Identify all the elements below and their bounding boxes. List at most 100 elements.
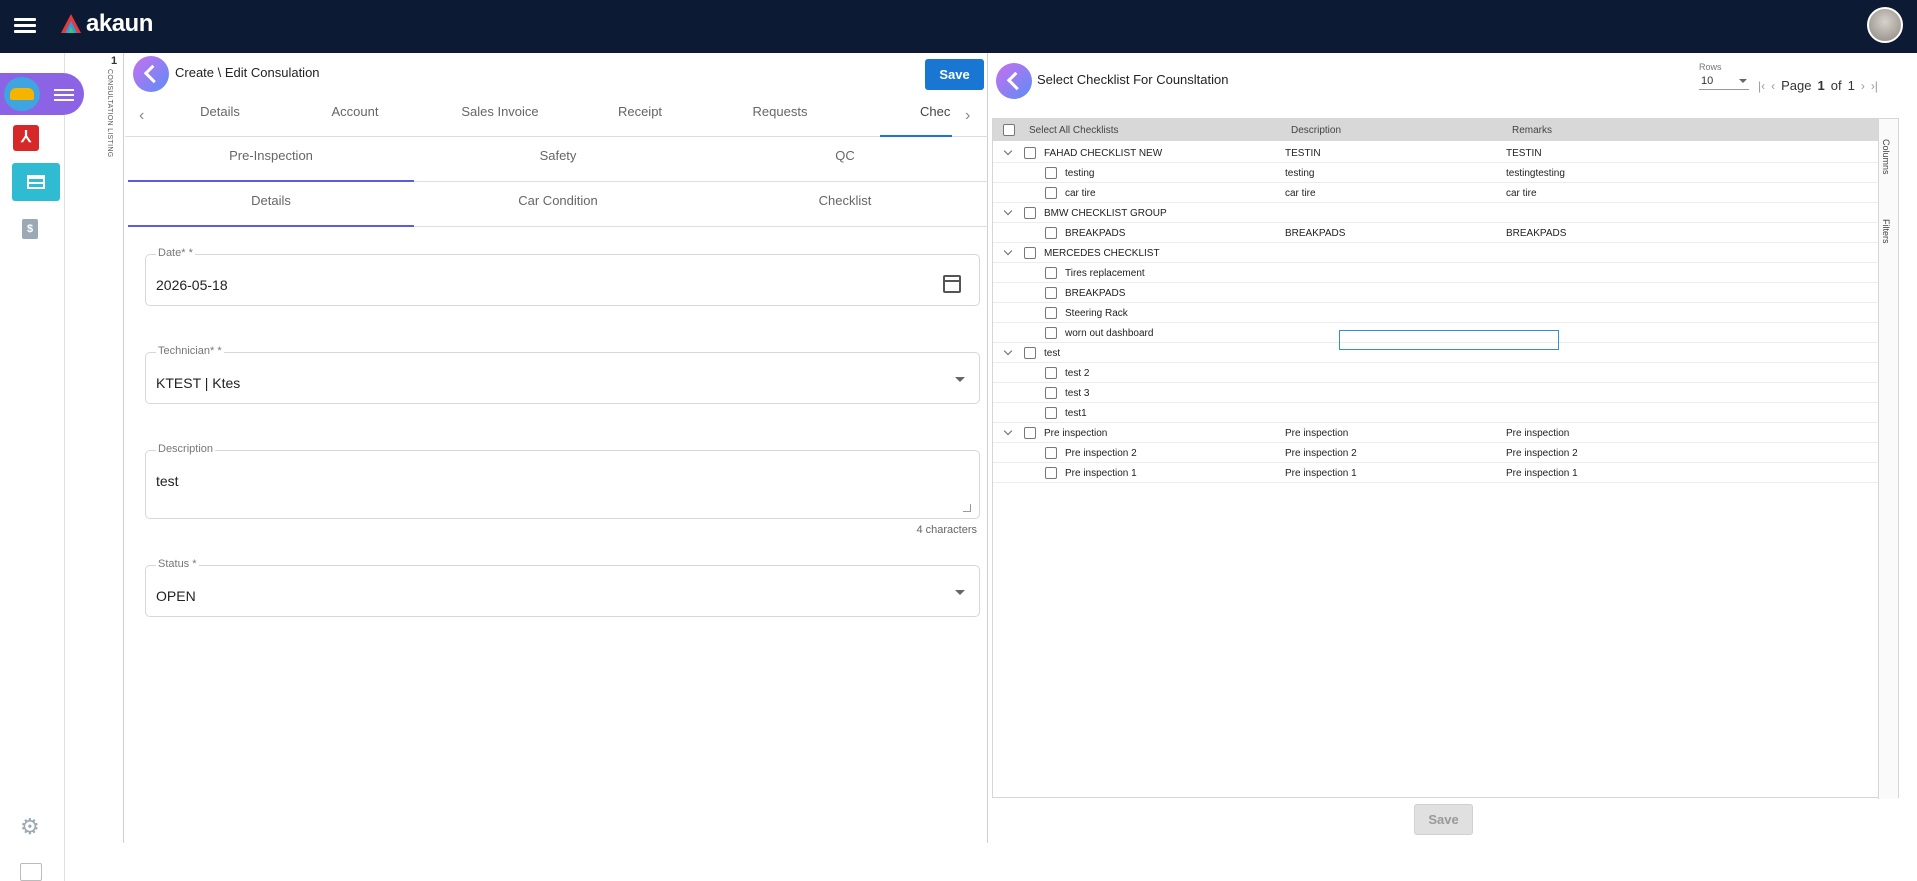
- row-checkbox[interactable]: [1045, 287, 1057, 299]
- chevron-down-icon[interactable]: [1003, 346, 1013, 356]
- date-field[interactable]: Date* * 2026-05-18: [145, 247, 980, 306]
- checklist-item-row[interactable]: Pre inspection 2 Pre inspection 2 Pre insp…: [993, 443, 1878, 463]
- description-char-count: 4 characters: [916, 524, 977, 536]
- remarks-column-header[interactable]: Remarks: [1512, 125, 1552, 136]
- row-checkbox[interactable]: [1045, 187, 1057, 199]
- settings-gear-icon[interactable]: ⚙: [20, 816, 42, 838]
- status-select[interactable]: Status * OPEN: [145, 558, 980, 617]
- consultation-edit-panel: Create \ Edit Consulation Save ‹ Details…: [125, 53, 988, 843]
- first-page-icon[interactable]: |‹: [1758, 79, 1765, 93]
- row-checkbox[interactable]: [1024, 147, 1036, 159]
- consultation-listing-tab[interactable]: 1 CONSULTATION LISTING: [102, 53, 124, 843]
- checklist-name: test1: [1065, 408, 1087, 419]
- tab-receipt[interactable]: Receipt: [585, 97, 695, 137]
- technician-select[interactable]: Technician* * KTEST | Ktes: [145, 345, 980, 404]
- checklist-item-row[interactable]: car tire car tire car tire: [993, 183, 1878, 203]
- row-checkbox[interactable]: [1024, 247, 1036, 259]
- row-checkbox[interactable]: [1045, 307, 1057, 319]
- focused-cell[interactable]: [1339, 330, 1559, 350]
- rows-value: 10: [1701, 75, 1714, 87]
- checklist-name: Tires replacement: [1065, 268, 1145, 279]
- row-checkbox[interactable]: [1045, 267, 1057, 279]
- tab-account[interactable]: Account: [305, 97, 405, 137]
- columns-tool-tab[interactable]: Columns: [1881, 139, 1891, 175]
- checklist-item-row[interactable]: test 2: [993, 363, 1878, 383]
- checklist-description: testing: [1285, 168, 1315, 179]
- checklist-item-row[interactable]: BREAKPADS: [993, 283, 1878, 303]
- save-button[interactable]: Save: [925, 59, 984, 90]
- row-checkbox[interactable]: [1045, 227, 1057, 239]
- tab-safety[interactable]: Safety: [415, 138, 701, 182]
- filters-tool-tab[interactable]: Filters: [1881, 219, 1891, 244]
- rows-per-page-select[interactable]: 10: [1699, 74, 1749, 90]
- checklist-item-row[interactable]: test1: [993, 403, 1878, 423]
- row-checkbox[interactable]: [1024, 427, 1036, 439]
- next-page-icon[interactable]: ›: [1861, 79, 1865, 93]
- select-all-checkbox[interactable]: [1003, 124, 1015, 136]
- pagination: |‹ ‹ Page 1 of 1 › ›|: [1758, 78, 1878, 93]
- description-label: Description: [156, 443, 216, 455]
- checklist-group-row[interactable]: FAHAD CHECKLIST NEW TESTIN TESTIN: [993, 143, 1878, 163]
- chevron-down-icon[interactable]: [955, 377, 965, 382]
- row-checkbox[interactable]: [1045, 367, 1057, 379]
- tab-requests[interactable]: Requests: [725, 97, 835, 137]
- technician-label: Technician* *: [156, 345, 224, 357]
- tab-scroll-right-icon[interactable]: ›: [965, 107, 970, 125]
- row-checkbox[interactable]: [1045, 407, 1057, 419]
- checklist-group-row[interactable]: MERCEDES CHECKLIST: [993, 243, 1878, 263]
- last-page-icon[interactable]: ›|: [1871, 79, 1878, 93]
- tab-car-condition[interactable]: Car Condition: [415, 183, 701, 227]
- checklist-name: test: [1044, 348, 1061, 359]
- chevron-down-icon[interactable]: [1003, 146, 1013, 156]
- row-checkbox[interactable]: [1045, 387, 1057, 399]
- user-avatar[interactable]: [1867, 7, 1903, 43]
- description-textarea[interactable]: Description test: [145, 443, 980, 519]
- page-number: 1: [1817, 78, 1825, 93]
- akaun-logo-icon: [61, 14, 81, 33]
- checklist-group-row[interactable]: BMW CHECKLIST GROUP: [993, 203, 1878, 223]
- pdf-icon[interactable]: ⅄: [13, 125, 39, 151]
- tab-sales-invoice[interactable]: Sales Invoice: [435, 97, 565, 137]
- hamburger-menu-icon[interactable]: [14, 15, 36, 37]
- checklist-item-row[interactable]: Tires replacement: [993, 263, 1878, 283]
- back-button[interactable]: [133, 56, 169, 92]
- checklist-item-row[interactable]: Steering Rack: [993, 303, 1878, 323]
- resize-handle-icon[interactable]: [963, 504, 971, 512]
- table-view-icon[interactable]: [12, 163, 60, 201]
- top-app-bar: akaun: [0, 0, 1917, 53]
- checklist-group-row[interactable]: Pre inspection Pre inspection Pre inspecti…: [993, 423, 1878, 443]
- save-checklist-button[interactable]: Save: [1414, 804, 1473, 835]
- chevron-down-icon[interactable]: [1003, 426, 1013, 436]
- calendar-icon[interactable]: [943, 275, 961, 293]
- tab-pre-inspection[interactable]: Pre-Inspection: [128, 138, 414, 182]
- detail-tabs: Details Car Condition Checklist: [128, 183, 988, 227]
- checklist-item-row[interactable]: testing testing testingtesting: [993, 163, 1878, 183]
- tab-details[interactable]: Details: [170, 97, 270, 137]
- brand-logo[interactable]: akaun: [60, 10, 153, 38]
- left-rail: ⅄ $ ⚙: [0, 53, 84, 881]
- chevron-down-icon[interactable]: [955, 590, 965, 595]
- row-checkbox[interactable]: [1045, 467, 1057, 479]
- tab-qc[interactable]: QC: [702, 138, 988, 182]
- description-column-header[interactable]: Description: [1291, 125, 1341, 136]
- row-checkbox[interactable]: [1045, 167, 1057, 179]
- tab-checklist[interactable]: Chec: [880, 97, 952, 137]
- chevron-down-icon[interactable]: [1003, 246, 1013, 256]
- checklist-item-row[interactable]: BREAKPADS BREAKPADS BREAKPADS: [993, 223, 1878, 243]
- prev-page-icon[interactable]: ‹: [1771, 79, 1775, 93]
- tab-inspection-details[interactable]: Details: [128, 183, 414, 227]
- back-button[interactable]: [996, 63, 1032, 99]
- app-switcher-pill[interactable]: [0, 73, 84, 115]
- listing-label: CONSULTATION LISTING: [106, 69, 113, 158]
- chevron-down-icon[interactable]: [1003, 206, 1013, 216]
- row-checkbox[interactable]: [1045, 447, 1057, 459]
- checklist-name: Pre inspection: [1044, 428, 1108, 439]
- row-checkbox[interactable]: [1024, 347, 1036, 359]
- tab-scroll-left-icon[interactable]: ‹: [139, 107, 144, 125]
- checklist-item-row[interactable]: test 3: [993, 383, 1878, 403]
- checklist-item-row[interactable]: Pre inspection 1 Pre inspection 1 Pre insp…: [993, 463, 1878, 483]
- dollar-document-icon[interactable]: $: [22, 219, 38, 239]
- row-checkbox[interactable]: [1045, 327, 1057, 339]
- row-checkbox[interactable]: [1024, 207, 1036, 219]
- tab-inspection-checklist[interactable]: Checklist: [702, 183, 988, 227]
